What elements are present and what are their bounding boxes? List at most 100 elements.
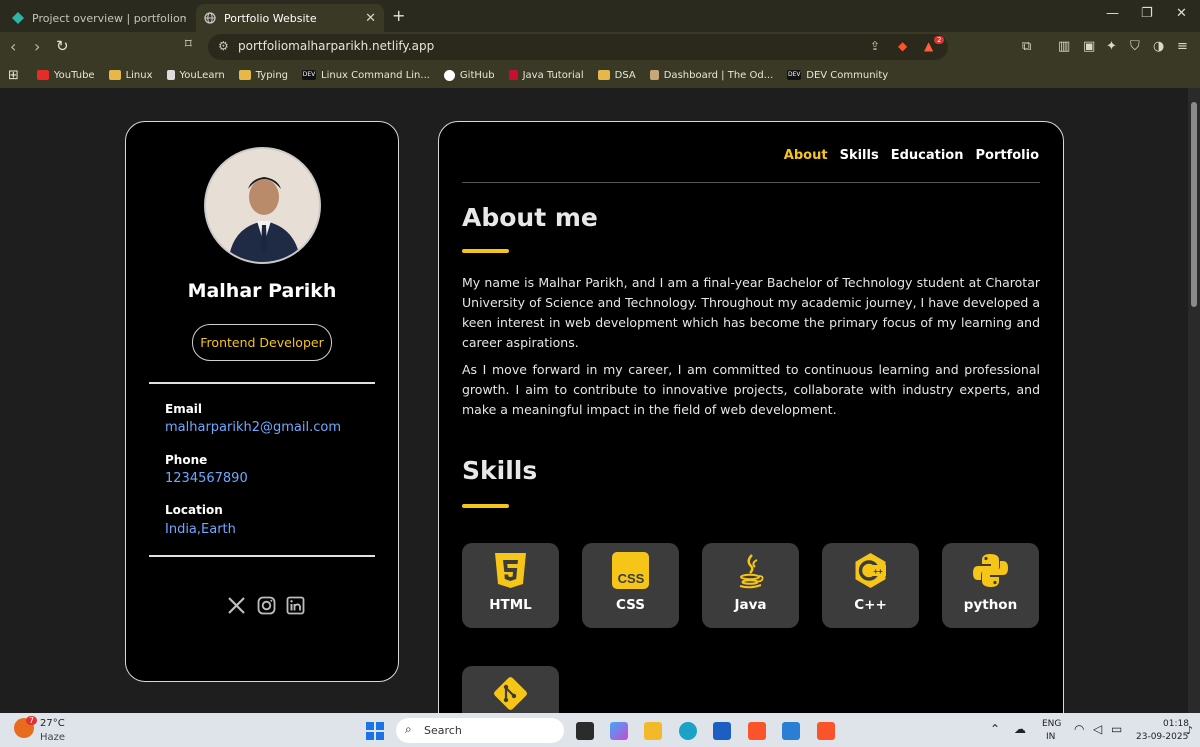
nav-about[interactable]: About (784, 148, 828, 163)
tab-title: Portfolio Website (224, 11, 317, 25)
brave-active-icon[interactable] (817, 722, 835, 740)
task-view-icon[interactable] (576, 722, 594, 740)
new-tab-button[interactable]: + (392, 6, 405, 25)
wifi-icon[interactable]: ◠ (1074, 722, 1084, 736)
back-icon[interactable]: ‹ (10, 37, 16, 56)
bookmark-youlearn[interactable]: YouLearn (166, 70, 225, 81)
weather-badge: 7 (26, 716, 38, 725)
profile-name: Malhar Parikh (187, 280, 337, 302)
windows-start-icon[interactable] (366, 722, 384, 740)
linkedin-icon[interactable] (286, 596, 305, 615)
address-bar[interactable]: ⚙ portfoliomalharparikh.netlify.app ⇪ ◆ … (208, 34, 948, 60)
bookmark-github[interactable]: GitHub (443, 69, 495, 81)
skill-card-cplusplus: ++ C++ (822, 543, 919, 628)
search-icon: ⌕ (405, 722, 412, 736)
tab-portfolio-website[interactable]: Portfolio Website ✕ (196, 4, 384, 32)
leo-ai-icon[interactable]: ✦ (1106, 39, 1117, 54)
bookmark-dev-community[interactable]: DEV DEV Community (787, 70, 888, 81)
page-scrollbar[interactable] (1188, 88, 1200, 713)
brave-icon[interactable] (748, 722, 766, 740)
scroll-thumb[interactable] (1191, 102, 1197, 307)
wallet-icon[interactable]: ▣ (1083, 39, 1095, 54)
copilot-icon[interactable] (610, 722, 628, 740)
reload-icon[interactable]: ↻ (56, 37, 69, 55)
share-icon[interactable]: ⇪ (870, 39, 880, 53)
close-icon[interactable]: ✕ (365, 11, 376, 26)
site-info-icon[interactable]: ⚙ (218, 39, 229, 53)
section-nav: About Skills Education Portfolio (784, 148, 1039, 163)
region-indicator: IN (1046, 732, 1056, 742)
url-text[interactable]: portfoliomalharparikh.netlify.app (238, 39, 434, 53)
brave-shields-icon[interactable]: ◆ (898, 39, 907, 53)
notification-bell-icon[interactable]: ♪ (1186, 724, 1193, 737)
html5-icon (495, 553, 526, 588)
location-value: India,Earth (165, 522, 236, 537)
divider (149, 382, 375, 384)
vscode-icon[interactable] (782, 722, 800, 740)
nav-portfolio[interactable]: Portfolio (975, 148, 1039, 163)
instagram-icon[interactable] (257, 596, 276, 615)
cplusplus-icon: ++ (855, 553, 886, 588)
battery-icon[interactable]: ▭ (1111, 722, 1122, 736)
tab-project-overview[interactable]: Project overview | portfoliomalharparikh (4, 4, 194, 32)
nav-education[interactable]: Education (891, 148, 964, 163)
svg-text:CSS: CSS (618, 571, 645, 586)
bookmark-youtube[interactable]: YouTube (36, 70, 95, 81)
bookmark-linux-command[interactable]: DEV Linux Command Lin... (302, 70, 430, 81)
about-paragraph-2: As I move forward in my career, I am com… (462, 362, 1040, 417)
volume-icon[interactable]: ◁ (1093, 722, 1102, 736)
folder-icon (108, 70, 121, 80)
weather-temp[interactable]: 27°C (40, 718, 65, 729)
bookmark-linux[interactable]: Linux (108, 70, 153, 81)
email-link[interactable]: malharparikh2@gmail.com (165, 420, 341, 435)
forward-icon[interactable]: › (34, 37, 40, 56)
skill-card-git (462, 666, 559, 713)
skill-label: CSS (616, 597, 645, 613)
maximize-button[interactable]: ❐ (1141, 6, 1153, 21)
minimize-button[interactable]: — (1106, 6, 1119, 21)
edge-icon[interactable] (679, 722, 697, 740)
dev-icon: DEV (787, 70, 802, 80)
file-explorer-icon[interactable] (644, 722, 662, 740)
rewards-badge: 2 (934, 36, 945, 44)
store-icon[interactable] (713, 722, 731, 740)
skills-heading: Skills (462, 456, 538, 485)
x-icon[interactable] (227, 596, 246, 615)
role-badge: Frontend Developer (192, 324, 332, 361)
git-icon (494, 677, 527, 710)
close-window-button[interactable]: ✕ (1176, 6, 1187, 21)
onedrive-icon[interactable]: ☁ (1014, 722, 1026, 736)
taskbar: 7 27°C Haze ⌕ Search ⌃ ☁ ENG IN ◠ ◁ ▭ 01… (0, 713, 1200, 747)
bookmark-dsa[interactable]: DSA (597, 70, 636, 81)
w3schools-icon (508, 70, 518, 80)
avatar (204, 147, 321, 264)
youlearn-icon (166, 70, 175, 80)
nav-skills[interactable]: Skills (840, 148, 879, 163)
bookmark-java-tutorial[interactable]: Java Tutorial (508, 70, 584, 81)
bookmark-icon[interactable]: ⌑ (185, 37, 192, 52)
skill-card-css: CSS CSS (582, 543, 679, 628)
skill-card-java: Java (702, 543, 799, 628)
heading-underline (462, 504, 509, 508)
bookmark-typing[interactable]: Typing (238, 70, 288, 81)
bookmark-odin[interactable]: Dashboard | The Od... (649, 70, 773, 81)
sidebar-icon[interactable]: ▥ (1058, 39, 1070, 54)
vpn-icon[interactable]: ⛉ (1130, 39, 1140, 54)
chevron-up-icon[interactable]: ⌃ (990, 722, 1000, 736)
skill-label: C++ (854, 597, 887, 613)
profile-icon[interactable]: ◑ (1153, 39, 1164, 54)
brave-rewards-icon[interactable]: ▲ (924, 39, 933, 53)
page-viewport: Malhar Parikh Frontend Developer Email m… (0, 88, 1188, 713)
language-indicator[interactable]: ENG (1042, 719, 1061, 729)
phone-link[interactable]: 1234567890 (165, 471, 248, 486)
location-label: Location (165, 503, 223, 517)
menu-icon[interactable]: ≡ (1177, 39, 1188, 54)
java-icon (739, 554, 764, 589)
apps-grid-icon[interactable]: ⊞ (8, 68, 19, 83)
tab-title: Project overview | portfoliomalharparikh (32, 11, 186, 25)
reader-icon[interactable]: ⧉ (1022, 39, 1031, 54)
nav-divider (462, 182, 1040, 183)
profile-card: Malhar Parikh Frontend Developer Email m… (125, 121, 399, 682)
taskbar-search[interactable]: ⌕ Search (396, 718, 564, 743)
skill-card-html: HTML (462, 543, 559, 628)
